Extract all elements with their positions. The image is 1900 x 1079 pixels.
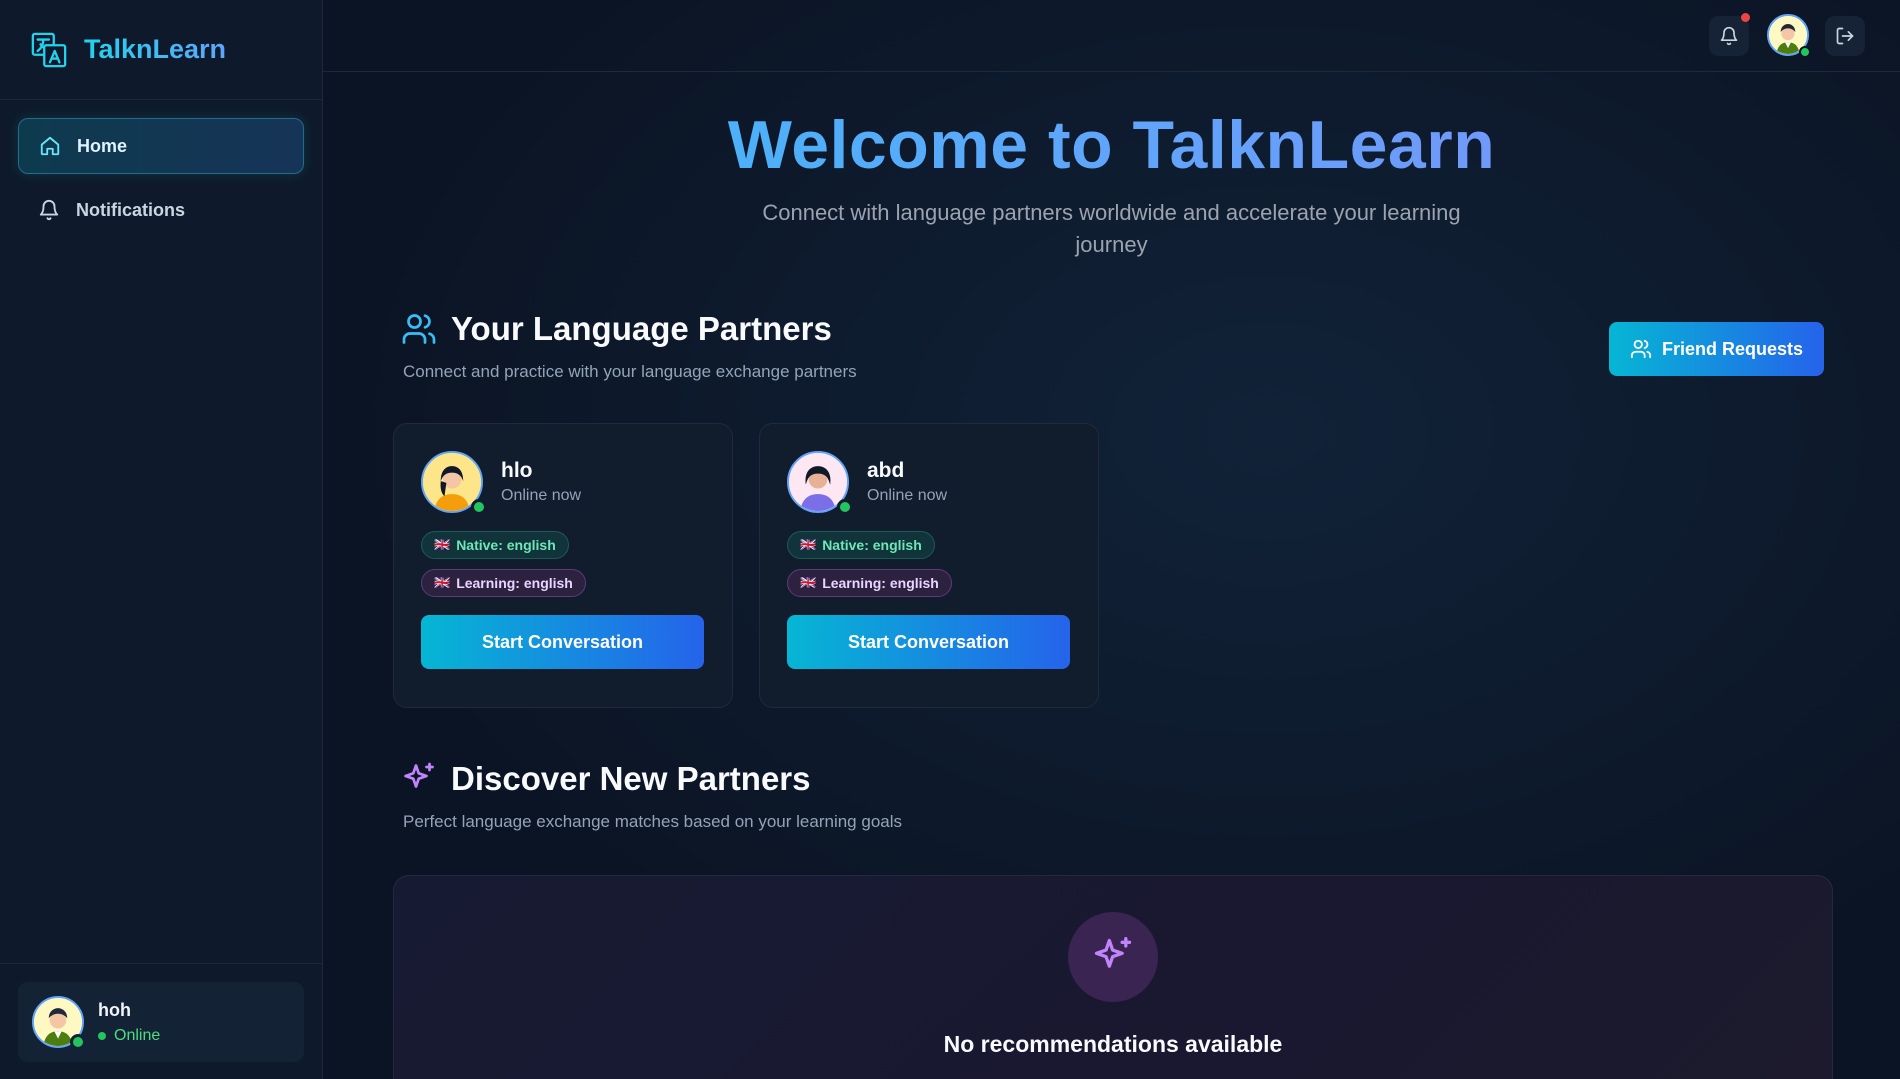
start-conversation-button[interactable]: Start Conversation [787, 615, 1070, 669]
sidebar-item-home[interactable]: Home [18, 118, 304, 174]
logout-icon [1836, 27, 1854, 45]
native-language-badge: 🇬🇧 Native: english [421, 531, 569, 559]
friend-requests-label: Friend Requests [1661, 338, 1804, 359]
notifications-button[interactable] [1709, 13, 1750, 56]
online-status-dot [70, 1034, 86, 1050]
avatar [787, 451, 853, 515]
learning-language-badge: 🇬🇧 Learning: english [421, 569, 586, 597]
uk-flag-icon: 🇬🇧 [800, 575, 817, 590]
learning-language-badge: 🇬🇧 Learning: english [787, 569, 952, 597]
logout-button[interactable] [1825, 16, 1865, 56]
main-content: Welcome to TalknLearn Connect with langu… [323, 0, 1900, 1079]
native-language-badge: 🇬🇧 Native: english [787, 531, 935, 559]
sidebar-item-label: Notifications [76, 199, 186, 220]
notification-indicator [1741, 13, 1750, 22]
current-user-name: hoh [98, 999, 131, 1020]
sparkles-icon [404, 762, 434, 788]
current-user-status: Online [98, 1027, 160, 1045]
sparkles-icon [1068, 912, 1158, 1002]
partners-section-subtitle: Connect and practice with your language … [403, 362, 857, 381]
brand-name: TalknLearn [84, 34, 227, 64]
home-icon [40, 136, 60, 156]
translate-logo-icon [31, 32, 67, 67]
uk-flag-icon: 🇬🇧 [434, 537, 451, 552]
recommendations-panel: No recommendations available [393, 875, 1833, 1079]
online-status-dot [471, 499, 487, 515]
partners-section-header: Your Language Partners Connect and pract… [401, 310, 857, 382]
uk-flag-icon: 🇬🇧 [800, 537, 817, 552]
current-user-card[interactable]: hoh Online [18, 982, 304, 1062]
partner-name: abd [867, 459, 905, 482]
hero: Welcome to TalknLearn Connect with langu… [323, 108, 1900, 261]
avatar [32, 996, 86, 1050]
users-icon [1630, 339, 1652, 359]
uk-flag-icon: 🇬🇧 [434, 575, 451, 590]
online-status-dot [837, 499, 853, 515]
start-conversation-button[interactable]: Start Conversation [421, 615, 704, 669]
avatar [421, 451, 487, 515]
page-title: Welcome to TalknLearn [323, 108, 1900, 183]
online-status-dot [1799, 46, 1811, 58]
brand[interactable]: TalknLearn [0, 0, 322, 100]
discover-section-title: Discover New Partners [451, 760, 811, 797]
users-icon [402, 314, 436, 344]
discover-section-subtitle: Perfect language exchange matches based … [403, 812, 903, 831]
bell-icon [1720, 26, 1738, 46]
profile-avatar-button[interactable] [1767, 14, 1811, 58]
page-subtitle: Connect with language partners worldwide… [762, 199, 1461, 257]
user-panel: hoh Online [0, 963, 322, 1079]
friend-requests-button[interactable]: Friend Requests [1609, 322, 1824, 376]
empty-state-title: No recommendations available [943, 1031, 1283, 1057]
discover-section-header: Discover New Partners Perfect language e… [401, 760, 902, 832]
top-bar [323, 0, 1900, 72]
sidebar-item-label: Home [77, 135, 128, 156]
partner-card: hlo Online now 🇬🇧 Native: english 🇬🇧 Learn… [393, 423, 733, 708]
partner-status: Online now [501, 487, 582, 504]
partner-name: hlo [501, 459, 533, 482]
sidebar-item-notifications[interactable]: Notifications [18, 182, 304, 238]
bell-icon [39, 200, 59, 221]
sidebar: TalknLearn Home Notifications hoh Online [0, 0, 323, 1079]
sidebar-nav: Home Notifications [0, 100, 322, 264]
partner-card: abd Online now 🇬🇧 Native: english 🇬🇧 Learn… [759, 423, 1099, 708]
partner-status: Online now [867, 487, 948, 504]
partners-section-title: Your Language Partners [451, 310, 832, 347]
